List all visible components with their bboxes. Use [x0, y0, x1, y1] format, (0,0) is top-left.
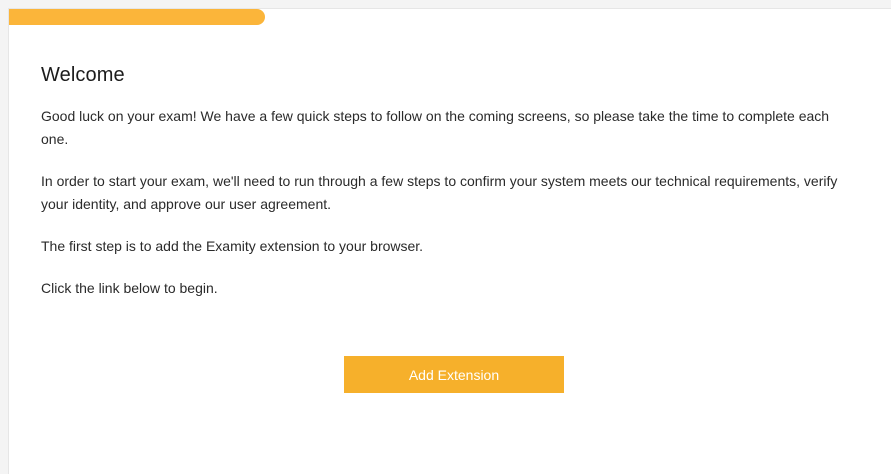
first-step-paragraph: The first step is to add the Examity ext…: [41, 238, 424, 254]
progress-bar-fill: [9, 9, 265, 25]
requirements-paragraph: In order to start your exam, we'll need …: [41, 173, 838, 212]
welcome-content: Welcome Good luck on your exam! We have …: [41, 64, 841, 319]
instruction-paragraph: Click the link below to begin.: [41, 280, 218, 296]
add-extension-button[interactable]: Add Extension: [344, 356, 564, 393]
button-container: Add Extension: [344, 356, 564, 393]
page-title: Welcome: [41, 64, 125, 86]
intro-paragraph: Good luck on your exam! We have a few qu…: [41, 108, 830, 147]
welcome-card: Welcome Good luck on your exam! We have …: [8, 8, 891, 474]
progress-bar: [9, 9, 891, 25]
